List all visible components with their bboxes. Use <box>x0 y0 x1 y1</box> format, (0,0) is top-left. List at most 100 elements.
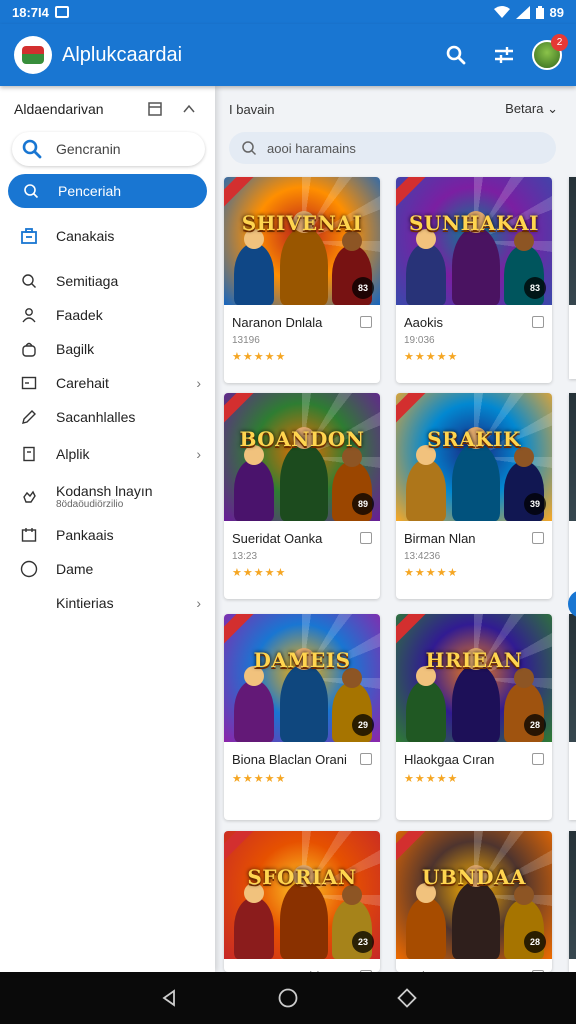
select-checkbox[interactable] <box>360 316 372 328</box>
star-rating: ★★★★★ <box>232 567 287 579</box>
select-checkbox[interactable] <box>360 532 372 544</box>
star-rating: ★★★★★ <box>404 351 459 363</box>
drawer-item-kintierias[interactable]: Kintierias › <box>0 586 215 620</box>
drawer-item-label: Dame <box>56 561 94 577</box>
briefcase-icon <box>18 227 40 245</box>
main-search-input[interactable]: aooi haramains <box>229 132 556 164</box>
game-card[interactable]: UBNDAA28Maka Nanar <box>396 831 552 972</box>
bag-icon <box>18 341 40 357</box>
chevron-right-icon: › <box>196 375 201 391</box>
drawer-search-input[interactable]: Gencranin <box>12 132 205 166</box>
avatar[interactable]: 2 <box>532 34 568 70</box>
drawer-item-dame[interactable]: Dame <box>0 552 215 586</box>
person-icon <box>18 307 40 323</box>
signal-icon <box>515 5 530 19</box>
recents-icon <box>396 988 417 1008</box>
count-badge: 29 <box>352 714 374 736</box>
back-button[interactable] <box>149 978 189 1018</box>
app-logo <box>14 36 52 74</box>
game-logo: HRIEAN <box>425 648 523 672</box>
select-checkbox[interactable] <box>360 753 372 765</box>
star-rating: ★★★★★ <box>232 773 287 785</box>
game-logo: SFORIAN <box>247 865 357 889</box>
drawer-close-button[interactable] <box>177 102 201 116</box>
app-bar: Alplukcaardai 2 <box>0 24 576 86</box>
home-button[interactable] <box>268 978 308 1018</box>
back-icon <box>162 989 176 1007</box>
game-logo: DAMEIS <box>253 648 351 672</box>
drawer-header: Aldaendarivan <box>0 86 215 132</box>
notification-badge: 2 <box>551 34 568 51</box>
game-title: Aaokis <box>404 315 444 330</box>
game-title: Hlaokgaa Cıran <box>404 752 495 767</box>
card-icon <box>18 375 40 391</box>
game-title: Biona Blaclan Orani <box>232 752 347 767</box>
partial-card[interactable] <box>569 831 576 972</box>
drawer-item-carehait[interactable]: Carehait › <box>0 366 215 400</box>
collapse-button[interactable] <box>143 102 167 116</box>
status-bar: 18:7I4 89 <box>0 0 576 24</box>
game-card[interactable]: SFORIAN23Vtara Dara Mblan <box>224 831 380 972</box>
drawer-item-semitiaga[interactable]: Semitiaga <box>0 264 215 298</box>
search-button[interactable] <box>436 35 476 75</box>
sort-dropdown[interactable]: Betara ⌄ <box>505 101 558 117</box>
drawer-item-bagilk[interactable]: Bagilk <box>0 332 215 366</box>
game-thumbnail: UBNDAA 28 <box>396 831 552 959</box>
system-navigation-bar <box>0 972 576 1024</box>
drawer-item-penceriah[interactable]: Penceriah <box>8 174 207 208</box>
drawer-item-label: Pankaais <box>56 527 114 543</box>
game-logo: UBNDAA <box>421 865 526 889</box>
main-title: I bavain <box>229 101 275 117</box>
drawer-item-kodansh[interactable]: Kodansh lnayın 8ödaöudiörzilio <box>0 474 215 518</box>
chevron-down-icon: ⌄ <box>547 101 558 116</box>
document-icon <box>18 446 40 462</box>
game-card[interactable]: SUNHAKAI 83 Aaokis 19:036 ★★★★★ <box>396 177 552 383</box>
app-title: Alplukcaardai <box>62 43 183 66</box>
game-logo: BOANDON <box>239 427 365 451</box>
drawer-item-pankaais[interactable]: Pankaais <box>0 518 215 552</box>
partial-card[interactable] <box>569 393 576 601</box>
drawer-item-label: Bagilk <box>56 341 95 357</box>
game-card[interactable]: DAMEIS 29 Biona Blaclan Orani ★★★★★ <box>224 614 380 820</box>
filter-icon <box>495 47 513 63</box>
game-card[interactable]: HRIEAN 28 Hlaokgaa Cıran ★★★★★ <box>396 614 552 820</box>
navigation-drawer: Aldaendarivan Gencranin Penceriah Canaka… <box>0 86 215 972</box>
filter-button[interactable] <box>484 35 524 75</box>
chevron-right-icon: › <box>196 446 201 462</box>
drawer-item-label: Alplik <box>56 446 90 462</box>
search-icon <box>446 45 466 65</box>
game-title: Birman Nlan <box>404 531 476 546</box>
drawer-item-label: Semitiaga <box>56 273 119 289</box>
recents-button[interactable] <box>387 978 427 1018</box>
count-badge: 28 <box>524 714 546 736</box>
drawer-item-alplik[interactable]: Alplik › <box>0 434 215 474</box>
edit-icon <box>18 409 40 425</box>
game-thumbnail: BOANDON 89 <box>224 393 380 521</box>
status-time: 18:7I4 <box>12 4 49 20</box>
drawer-item-sacanhlalles[interactable]: Sacanhlalles <box>0 400 215 434</box>
game-thumbnail: DAMEIS 29 <box>224 614 380 742</box>
game-meta: 19:036 <box>404 335 435 346</box>
star-rating: ★★★★★ <box>404 567 459 579</box>
search-icon <box>20 183 42 199</box>
game-card[interactable]: SHIVENAI 83 Naranon Dnlala 13196 ★★★★★ <box>224 177 380 383</box>
game-logo: SHIVENAI <box>241 211 363 235</box>
drawer-title: Aldaendarivan <box>14 101 104 117</box>
drawer-item-faadek[interactable]: Faadek <box>0 298 215 332</box>
game-thumbnail: SFORIAN 23 <box>224 831 380 959</box>
main-search-placeholder: aooi haramains <box>267 140 356 156</box>
game-card[interactable]: BOANDON 89 Sueridat Oanka 13:23 ★★★★★ <box>224 393 380 599</box>
game-meta: 13:23 <box>232 551 258 562</box>
select-checkbox[interactable] <box>532 532 544 544</box>
partial-card[interactable] <box>569 177 576 379</box>
select-checkbox[interactable] <box>532 316 544 328</box>
home-icon <box>278 988 298 1008</box>
game-thumbnail: SUNHAKAI 83 <box>396 177 552 305</box>
partial-card[interactable] <box>569 614 576 820</box>
drawer-item-label: Penceriah <box>58 183 122 199</box>
select-checkbox[interactable] <box>532 753 544 765</box>
drawer-item-canakais[interactable]: Canakais <box>0 214 215 258</box>
game-card[interactable]: SRAKIK 39 Birman Nlan 13:4236 ★★★★★ <box>396 393 552 599</box>
search-icon <box>22 139 42 159</box>
count-badge: 83 <box>352 277 374 299</box>
